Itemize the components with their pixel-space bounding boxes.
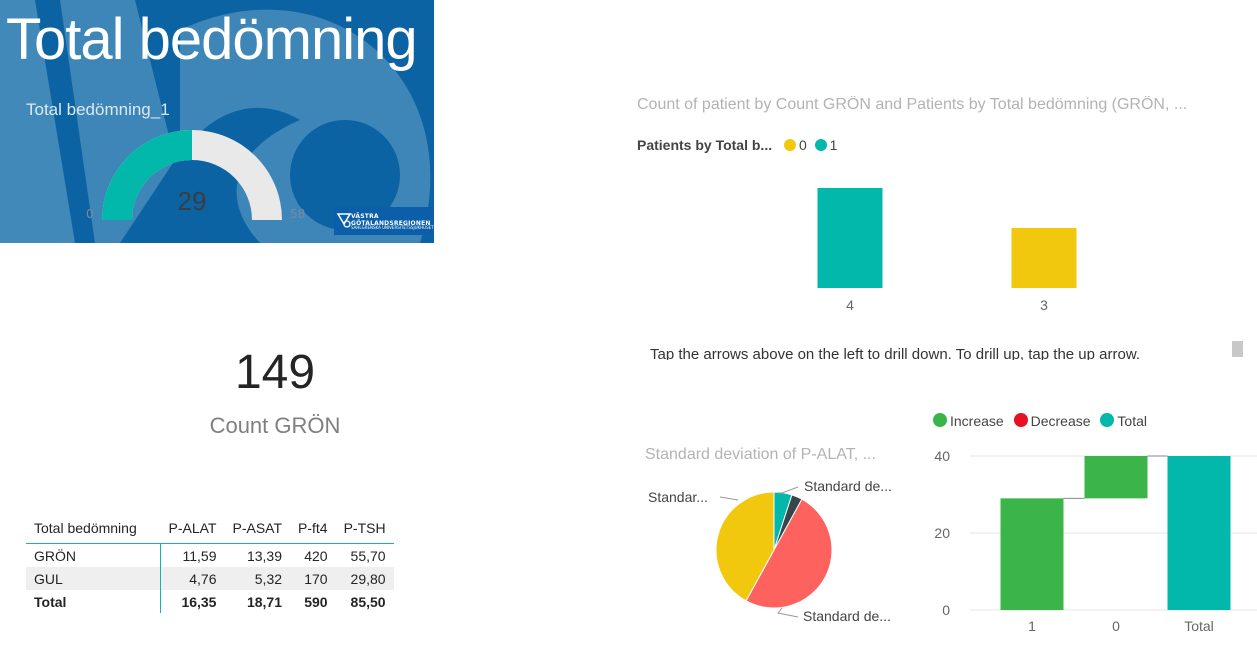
table-row[interactable]: GRÖN 11,59 13,39 420 55,70 [26, 543, 394, 567]
legend-dot-icon [1013, 413, 1028, 427]
table-total-row[interactable]: Total 16,35 18,71 590 85,50 [26, 590, 394, 613]
table-cell: 11,59 [182, 547, 217, 564]
table-cell: 13,39 [246, 547, 283, 564]
vgr-logo: VÄSTRA GÖTALANDSREGIONEN SAHLGRENSKA UNIV… [334, 207, 434, 235]
pie-leader-line [719, 496, 739, 501]
gauge-max-label: 58 [290, 207, 306, 221]
pie-label-bottom: Standard de... [803, 608, 891, 624]
legend-title: Patients by Total b... [637, 137, 773, 153]
column-bar[interactable] [817, 188, 883, 288]
table-header[interactable]: P-ft4 [290, 513, 336, 544]
vgr-logo-line1: VÄSTRA [351, 213, 379, 220]
table-header[interactable]: P-ALAT [160, 513, 225, 544]
waterfall-bar[interactable] [1084, 456, 1148, 499]
table-cell: 4,76 [160, 567, 225, 590]
card-value: 149 [234, 346, 316, 399]
scrollbar-thumb[interactable] [1232, 341, 1243, 357]
table-cell: 420 [304, 547, 328, 564]
table-cell: 29,80 [335, 567, 394, 590]
legend-item[interactable]: 1 [814, 137, 838, 153]
x-tick-label: 1 [1028, 618, 1036, 634]
waterfall-chart[interactable]: 0 20 40 1 0 Total [920, 440, 1257, 640]
y-tick-label: 40 [934, 448, 950, 464]
legend-dot-icon [783, 139, 796, 151]
legend-item[interactable]: 0 [783, 137, 807, 153]
legend-item[interactable]: Total [1100, 413, 1147, 429]
legend-dot-icon [1100, 413, 1115, 427]
legend-dot-icon [933, 413, 947, 427]
table-cell: 170 [290, 567, 336, 590]
x-tick-label: Total [1184, 618, 1214, 634]
vgr-logo-icon [336, 213, 352, 228]
y-tick-label: 20 [934, 525, 950, 541]
table-cell: 16,35 [181, 593, 217, 610]
drill-hint-text: Tap the arrows above on the left to dril… [650, 346, 1141, 360]
legend-item[interactable]: Increase [933, 413, 1004, 429]
vgr-logo-line3: SAHLGRENSKA UNIVERSITETSSJUKHUSET [351, 225, 434, 230]
pie-label-left: Standar... [648, 489, 708, 505]
column-chart-title: Count of patient by Count GRÖN and Patie… [637, 96, 1188, 113]
legend-label: 1 [829, 137, 838, 153]
legend-label: Total [1117, 413, 1147, 429]
legend-label: Increase [950, 413, 1004, 429]
column-chart[interactable]: 43 [780, 170, 1120, 320]
banner-tile[interactable]: Total bedömning Total bedömning_1 29 0 5… [0, 0, 434, 243]
table-cell: GUL [26, 567, 161, 590]
table-cell: 55,70 [350, 547, 386, 564]
card-label: Count GRÖN [209, 413, 341, 438]
table-cell: GRÖN [26, 543, 161, 567]
x-tick-label: 0 [1112, 618, 1120, 634]
gauge-value: 29 [177, 186, 207, 216]
legend-label: 0 [798, 137, 807, 153]
x-tick-label: 4 [846, 297, 854, 313]
table-cell: 18,71 [246, 593, 283, 610]
waterfall-legend: Increase Decrease Total [933, 413, 1153, 429]
gauge-min-label: 0 [86, 207, 94, 221]
column-bar[interactable] [1011, 228, 1077, 288]
matrix-table[interactable]: Total bedömning P-ALAT P-ASAT P-ft4 P-TS… [26, 513, 394, 613]
y-tick-label: 0 [942, 602, 950, 618]
waterfall-bar[interactable] [1000, 498, 1064, 610]
waterfall-bar[interactable] [1167, 456, 1231, 610]
table-cell: 85,50 [350, 593, 386, 610]
table-header[interactable]: Total bedömning [26, 513, 161, 544]
column-chart-legend: Patients by Total b... 0 1 [637, 137, 837, 153]
pie-leader-line [777, 607, 799, 618]
pie-label-top: Standard de... [804, 478, 892, 494]
table-header-row: Total bedömning P-ALAT P-ASAT P-ft4 P-TS… [26, 513, 394, 544]
legend-label: Decrease [1030, 413, 1091, 429]
legend-dot-icon [814, 139, 827, 151]
legend-item[interactable]: Decrease [1013, 413, 1091, 429]
table-header[interactable]: P-ASAT [224, 513, 291, 544]
table-cell: 5,32 [224, 567, 291, 590]
table-header[interactable]: P-TSH [335, 513, 394, 544]
table-cell: 590 [304, 593, 328, 610]
x-tick-label: 3 [1040, 297, 1048, 313]
table-cell: Total [26, 590, 161, 613]
pie-chart-title: Standard deviation of P-ALAT, ... [645, 446, 876, 463]
table-row[interactable]: GUL 4,76 5,32 170 29,80 [26, 567, 394, 590]
